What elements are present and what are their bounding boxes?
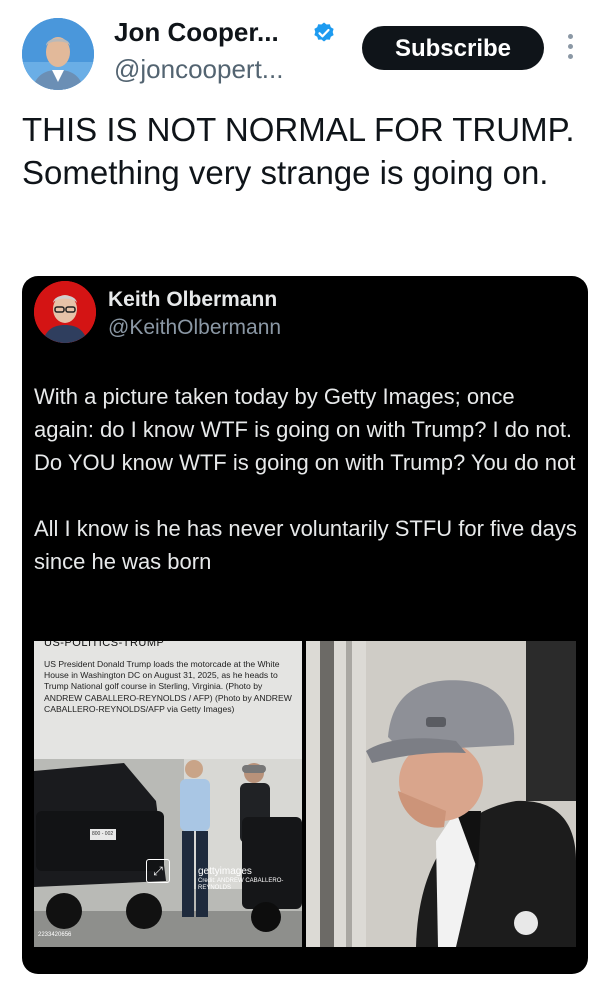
license-plate: 800 - 002	[92, 831, 114, 837]
quoted-paragraph-2: All I know is he has never voluntarily S…	[34, 516, 577, 574]
quoted-media[interactable]: US-POLITICS-TRUMP US President Donald Tr…	[34, 641, 576, 947]
image-caption: US President Donald Trump loads the moto…	[44, 659, 292, 714]
more-vertical-icon[interactable]	[566, 34, 574, 62]
verified-badge-icon	[314, 22, 334, 42]
caption-title: US-POLITICS-TRUMP	[44, 641, 165, 649]
author-avatar[interactable]	[22, 18, 94, 90]
watermark-credit: Credit: ANDREW CABALLERO-REYNOLDS	[198, 878, 284, 891]
quoted-paragraph-1: With a picture taken today by Getty Imag…	[34, 384, 576, 475]
author-name[interactable]: Jon Cooper...	[114, 17, 279, 48]
quoted-author-avatar[interactable]	[34, 281, 96, 343]
quoted-author-handle[interactable]: @KeithOlbermann	[108, 316, 281, 340]
trump-closeup-image[interactable]	[306, 641, 576, 947]
tweet-text: THIS IS NOT NORMAL FOR TRUMP. Something …	[22, 111, 575, 191]
quoted-tweet[interactable]: Keith Olbermann @KeithOlbermann With a p…	[22, 276, 588, 974]
getty-screenshot-image[interactable]: US-POLITICS-TRUMP US President Donald Tr…	[34, 641, 302, 947]
tweet-header: Jon Cooper... @joncoopert... Subscribe	[0, 0, 609, 100]
quoted-tweet-text: With a picture taken today by Getty Imag…	[34, 380, 580, 611]
author-handle[interactable]: @joncoopert...	[114, 54, 283, 85]
expand-arrows-icon[interactable]: ⤢	[146, 859, 170, 883]
getty-watermark: gettyimages	[198, 866, 252, 877]
quoted-author-name[interactable]: Keith Olbermann	[108, 288, 277, 312]
subscribe-button[interactable]: Subscribe	[362, 26, 544, 70]
photo-id: 2233420656	[38, 932, 72, 938]
